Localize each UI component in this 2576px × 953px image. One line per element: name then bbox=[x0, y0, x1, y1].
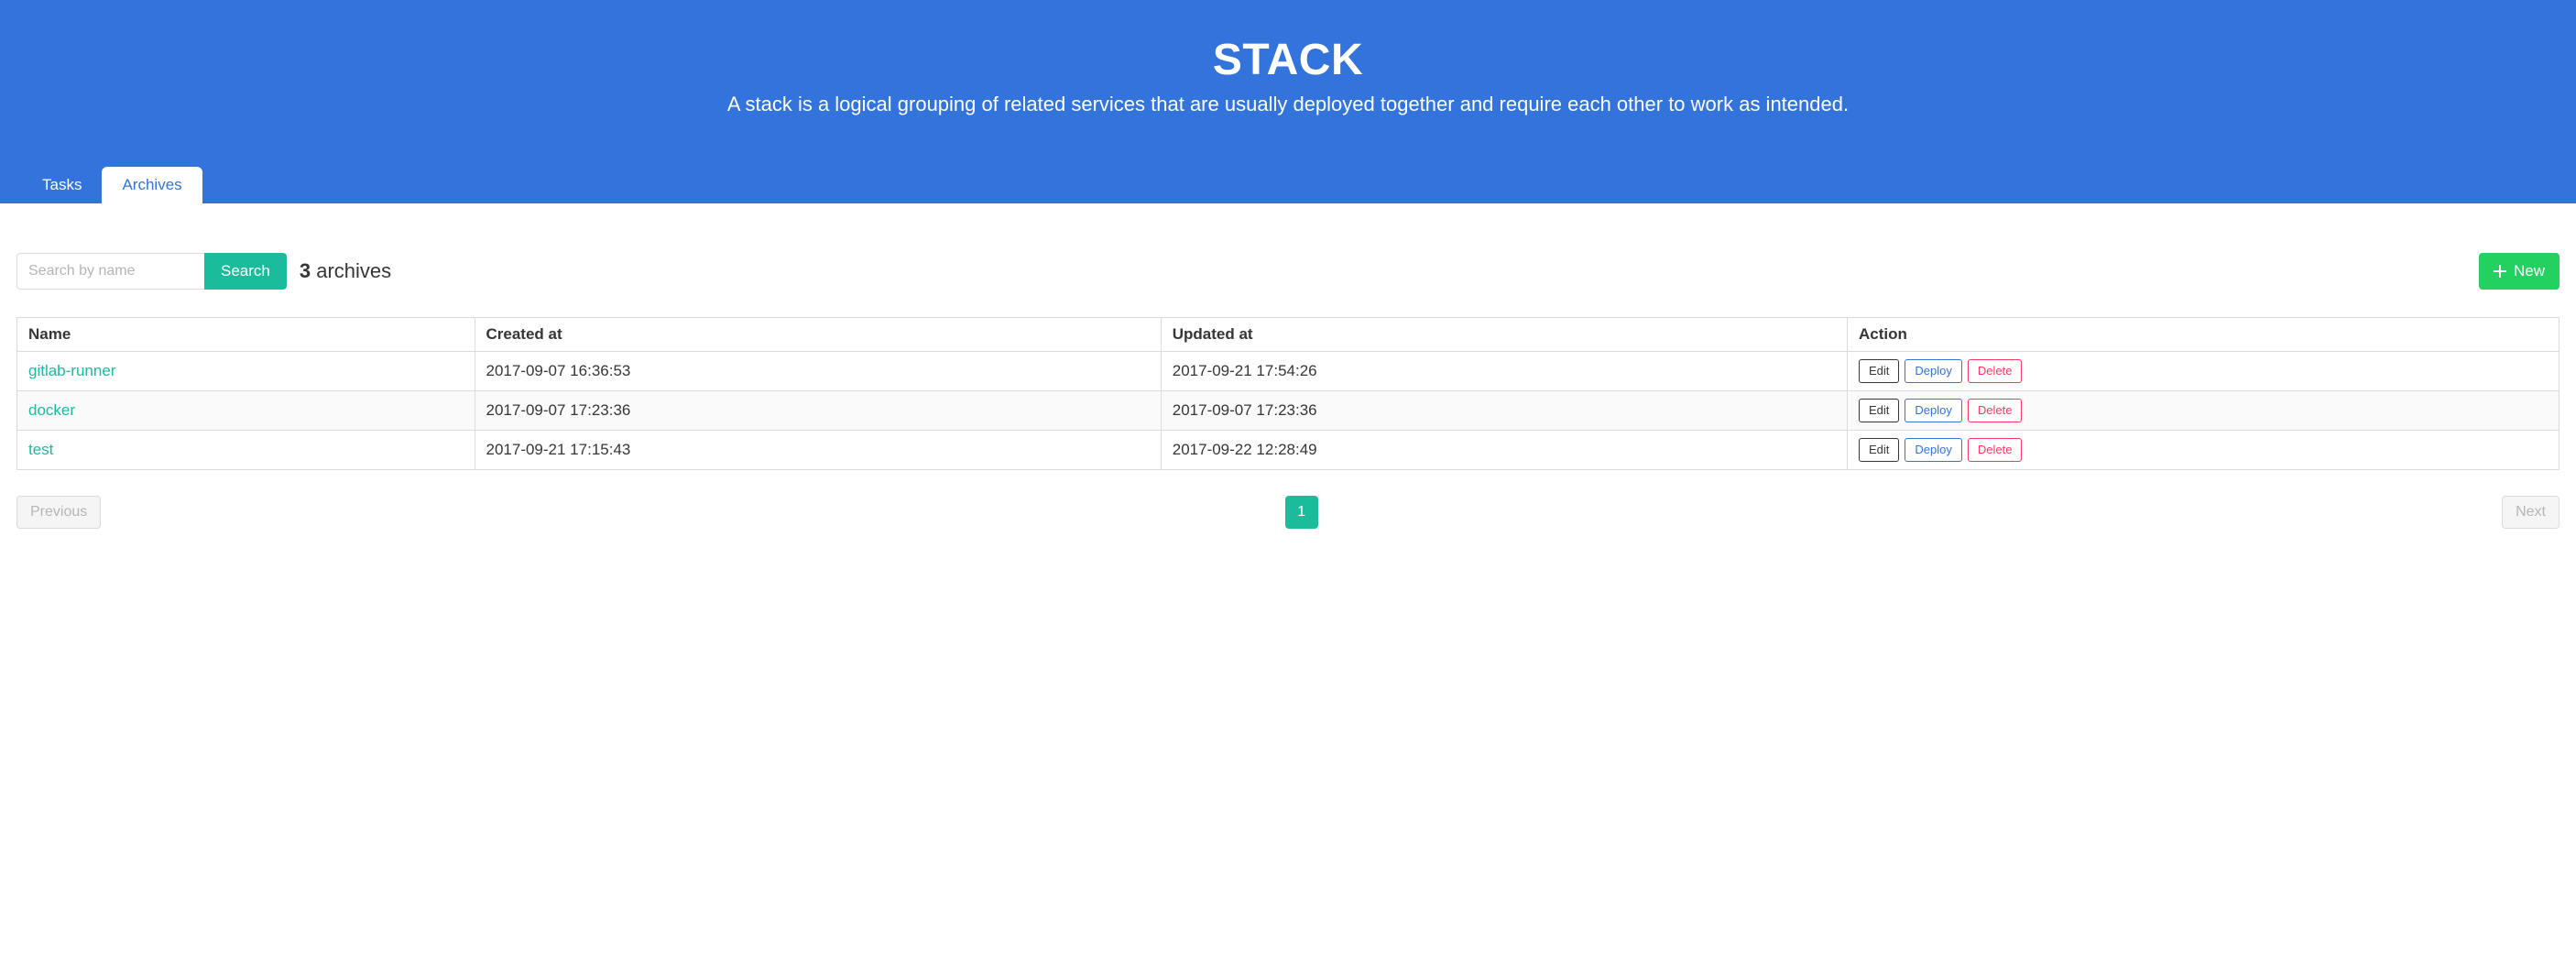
table-row: test 2017-09-21 17:15:43 2017-09-22 12:2… bbox=[17, 430, 2560, 469]
edit-button[interactable]: Edit bbox=[1859, 399, 1899, 422]
archive-name-link[interactable]: test bbox=[28, 441, 53, 458]
archives-table: Name Created at Updated at Action gitlab… bbox=[16, 317, 2560, 470]
edit-button[interactable]: Edit bbox=[1859, 359, 1899, 383]
archive-name-link[interactable]: docker bbox=[28, 401, 75, 419]
table-row: gitlab-runner 2017-09-07 16:36:53 2017-0… bbox=[17, 351, 2560, 390]
page-subtitle: A stack is a logical grouping of related… bbox=[18, 93, 2558, 116]
cell-created: 2017-09-07 16:36:53 bbox=[475, 351, 1161, 390]
plus-icon bbox=[2494, 265, 2506, 278]
edit-button[interactable]: Edit bbox=[1859, 438, 1899, 462]
deploy-button[interactable]: Deploy bbox=[1905, 438, 1961, 462]
deploy-button[interactable]: Deploy bbox=[1905, 399, 1961, 422]
previous-button[interactable]: Previous bbox=[16, 496, 101, 529]
archive-count-suffix: archives bbox=[311, 259, 391, 282]
new-button-label: New bbox=[2514, 262, 2545, 280]
search-input[interactable] bbox=[16, 253, 204, 290]
col-header-name: Name bbox=[17, 317, 475, 351]
table-row: docker 2017-09-07 17:23:36 2017-09-07 17… bbox=[17, 390, 2560, 430]
cell-updated: 2017-09-22 12:28:49 bbox=[1161, 430, 1847, 469]
col-header-action: Action bbox=[1848, 317, 2560, 351]
pagination: Previous 1 Next bbox=[16, 496, 2560, 529]
page-title: STACK bbox=[18, 37, 2558, 85]
toolbar: Search 3 archives New bbox=[16, 253, 2560, 290]
search-button[interactable]: Search bbox=[204, 253, 287, 290]
cell-created: 2017-09-21 17:15:43 bbox=[475, 430, 1161, 469]
cell-updated: 2017-09-07 17:23:36 bbox=[1161, 390, 1847, 430]
cell-updated: 2017-09-21 17:54:26 bbox=[1161, 351, 1847, 390]
archive-count: 3 archives bbox=[300, 259, 391, 283]
col-header-updated: Updated at bbox=[1161, 317, 1847, 351]
col-header-created: Created at bbox=[475, 317, 1161, 351]
page-number-current[interactable]: 1 bbox=[1285, 496, 1318, 529]
cell-created: 2017-09-07 17:23:36 bbox=[475, 390, 1161, 430]
delete-button[interactable]: Delete bbox=[1968, 399, 2023, 422]
delete-button[interactable]: Delete bbox=[1968, 359, 2023, 383]
next-button[interactable]: Next bbox=[2502, 496, 2560, 529]
hero-banner: STACK A stack is a logical grouping of r… bbox=[0, 0, 2576, 203]
deploy-button[interactable]: Deploy bbox=[1905, 359, 1961, 383]
search-group: Search bbox=[16, 253, 287, 290]
new-button[interactable]: New bbox=[2479, 253, 2560, 290]
tab-bar: Tasks Archives bbox=[0, 167, 2576, 203]
archive-count-number: 3 bbox=[300, 259, 311, 282]
archive-name-link[interactable]: gitlab-runner bbox=[28, 362, 115, 379]
delete-button[interactable]: Delete bbox=[1968, 438, 2023, 462]
tab-tasks[interactable]: Tasks bbox=[22, 167, 102, 203]
tab-archives[interactable]: Archives bbox=[102, 167, 202, 203]
